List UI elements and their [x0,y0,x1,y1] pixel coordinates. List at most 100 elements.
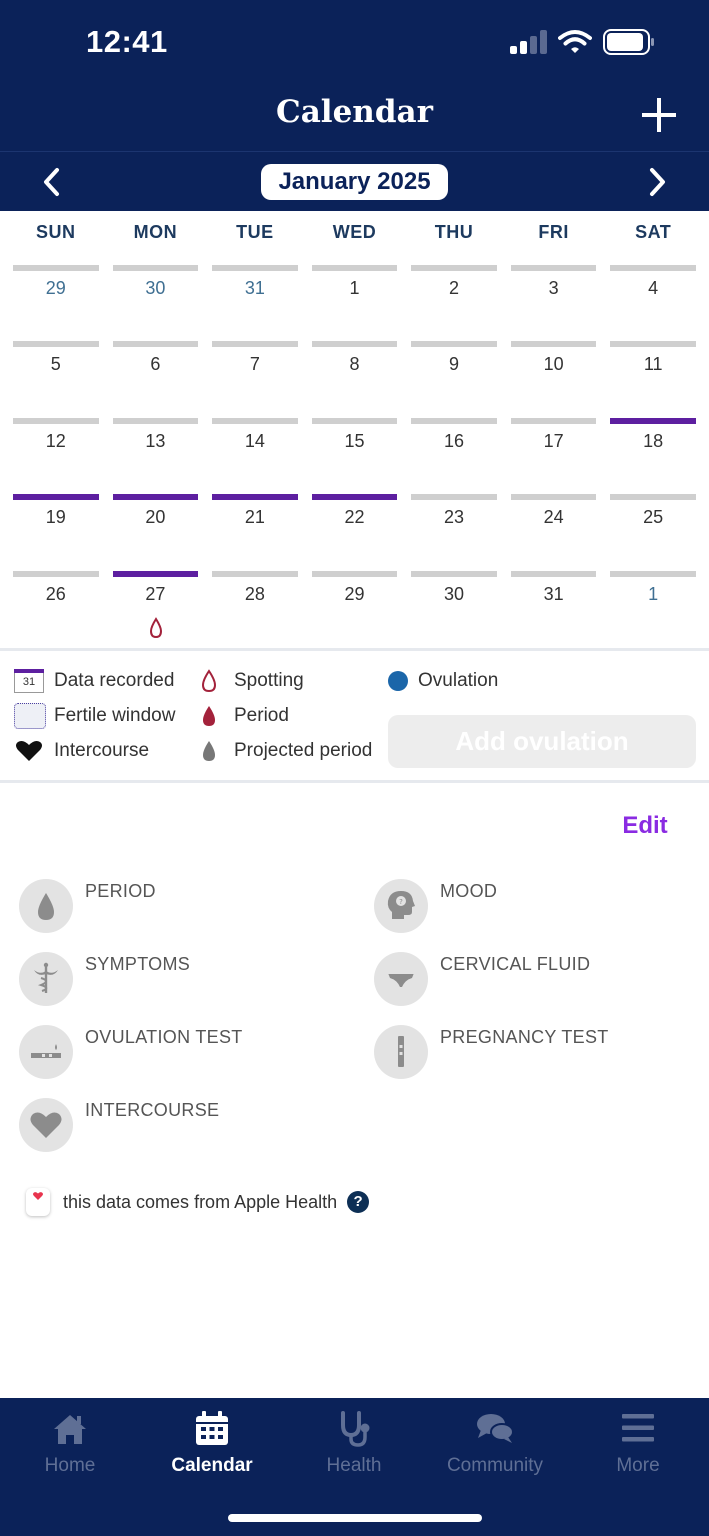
weekday-header-row: SUN MON TUE WED THU FRI SAT [6,222,703,252]
day-bar [112,265,199,271]
day-number: 12 [45,430,66,451]
day-bar [112,341,199,348]
calendar-day[interactable]: 29 [6,265,106,341]
calendar-day[interactable]: 31 [205,265,305,341]
calendar-day[interactable]: 18 [603,417,703,494]
day-bar [13,265,99,271]
calendar-day[interactable]: 5 [6,341,106,417]
track-period[interactable]: PERIOD [19,879,339,935]
weekday-thu: THU [434,222,474,242]
calendar-day[interactable]: 26 [6,570,106,647]
test-strip-icon [19,1025,73,1079]
chevron-left-icon[interactable] [36,165,70,199]
track-label: CERVICAL FLUID [440,954,591,974]
calendar-day[interactable]: 30 [106,265,206,341]
track-cervical-fluid[interactable]: CERVICAL FLUID [374,952,694,1008]
track-pregnancy-test[interactable]: PREGNANCY TEST [374,1025,694,1081]
menu-icon [622,1414,654,1442]
calendar-week-row: 12 13 14 15 16 17 18 [6,417,703,494]
day-number: 29 [45,278,66,298]
calendar-day[interactable]: 30 [404,570,504,647]
calendar-day[interactable]: 9 [404,341,504,417]
calendar-day[interactable]: 22 [305,494,405,570]
calendar-day[interactable]: 20 [106,494,206,570]
svg-text:?: ? [399,898,403,906]
calendar-day[interactable]: 3 [504,265,604,341]
calendar-day[interactable]: 13 [106,417,206,494]
title-row: Calendar [0,84,709,150]
ovulation-dot-icon [386,668,410,694]
calendar-day[interactable]: 15 [305,417,405,494]
legend-label: Period [234,705,289,726]
calendar-day[interactable]: 28 [205,570,305,647]
track-mood[interactable]: ? MOOD [374,879,694,935]
calendar-day[interactable]: 21 [205,494,305,570]
data-recorded-bar [212,494,298,501]
day-number: 4 [648,278,659,298]
track-intercourse[interactable]: INTERCOURSE [19,1098,339,1154]
day-number: 17 [543,430,564,451]
caduceus-icon [19,952,73,1006]
day-number: 9 [449,354,460,375]
tab-community[interactable]: Community [435,1408,555,1488]
tab-health[interactable]: Health [294,1408,414,1488]
calendar-day[interactable]: 1 [305,265,405,341]
legend-intercourse: Intercourse [12,738,149,764]
day-number: 19 [45,507,66,528]
add-icon[interactable] [636,92,682,138]
calendar-day[interactable]: 7 [205,341,305,417]
calendar-day[interactable]: 31 [504,570,604,647]
legend-period: Period [192,703,289,729]
calendar-day[interactable]: 29 [305,570,405,647]
tab-calendar[interactable]: Calendar [152,1408,272,1488]
calendar-week-row: 19 20 21 22 23 24 25 [6,494,703,570]
legend-label: Intercourse [54,740,150,761]
tab-more[interactable]: More [578,1408,698,1488]
calendar-day[interactable]: 16 [404,417,504,494]
calendar-week-row: 29 30 31 1 2 3 4 [6,265,703,341]
divider [0,648,709,651]
tab-label: Calendar [171,1455,253,1476]
calendar-day[interactable]: 19 [6,494,106,570]
day-bar [311,341,398,348]
day-bar [610,341,696,348]
day-bar [13,341,99,348]
help-icon[interactable]: ? [347,1191,370,1213]
calendar-day[interactable]: 25 [603,494,703,570]
calendar-day[interactable]: 27 [106,570,206,647]
edit-button[interactable]: Edit [600,812,690,840]
day-number: 6 [150,354,161,375]
calendar-day[interactable]: 11 [603,341,703,417]
tab-label: More [616,1455,660,1476]
calendar-day[interactable]: 2 [404,265,504,341]
tab-home[interactable]: Home [10,1408,130,1488]
track-ovulation-test[interactable]: OVULATION TEST [19,1025,339,1081]
track-symptoms[interactable]: SYMPTOMS [19,952,339,1008]
calendar-day[interactable]: 8 [305,341,405,417]
day-bar [311,570,398,577]
day-number: 31 [543,583,564,604]
calendar-day[interactable]: 4 [603,265,703,341]
calendar-day[interactable]: 17 [504,417,604,494]
day-number: 20 [145,507,166,528]
day-number: 22 [344,507,365,528]
calendar-day[interactable]: 14 [205,417,305,494]
calendar-day[interactable]: 1 [603,570,703,647]
track-label: OVULATION TEST [85,1027,243,1047]
day-number: 21 [244,507,265,528]
calendar-day[interactable]: 24 [504,494,604,570]
wifi-icon [558,30,592,53]
day-bar [510,494,597,501]
calendar-day[interactable]: 10 [504,341,604,417]
chevron-right-icon[interactable] [640,165,674,199]
day-number: 30 [145,278,166,298]
day-number: 8 [349,354,360,375]
calendar-day[interactable]: 12 [6,417,106,494]
calendar-day[interactable]: 6 [106,341,206,417]
calendar-day[interactable]: 23 [404,494,504,570]
day-bar [510,570,597,577]
data-recorded-bar [311,494,398,501]
add-ovulation-button[interactable]: Add ovulation [388,715,696,768]
month-selector[interactable]: January 2025 [261,164,448,200]
day-bar [212,570,298,577]
